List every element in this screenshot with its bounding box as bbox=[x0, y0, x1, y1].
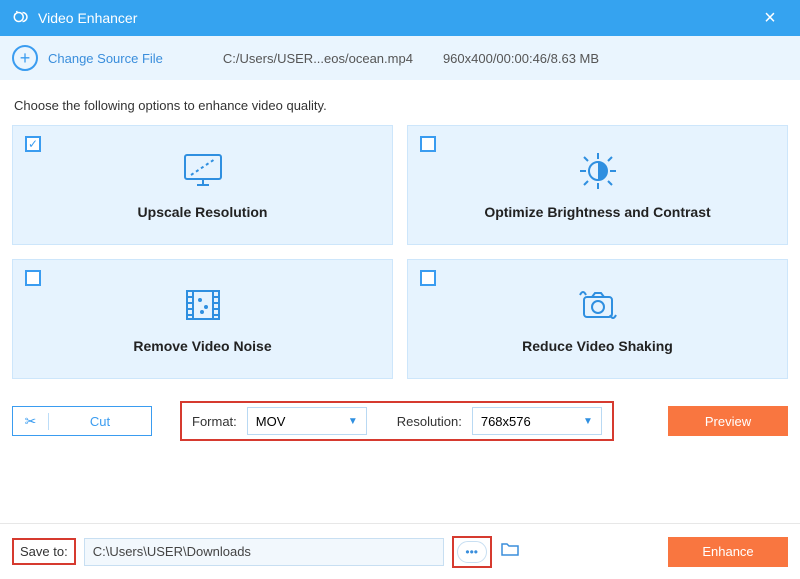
change-source-button[interactable]: + Change Source File bbox=[12, 45, 163, 71]
browse-highlight: ••• bbox=[452, 536, 492, 568]
plus-icon: + bbox=[12, 45, 38, 71]
preview-label: Preview bbox=[705, 414, 751, 429]
instruction-text: Choose the following options to enhance … bbox=[0, 80, 800, 125]
chevron-down-icon: ▼ bbox=[583, 416, 593, 427]
enhance-label: Enhance bbox=[702, 544, 753, 559]
titlebar: Video Enhancer × bbox=[0, 0, 800, 36]
app-title: Video Enhancer bbox=[38, 10, 137, 26]
card-label: Reduce Video Shaking bbox=[522, 338, 673, 354]
cut-label: Cut bbox=[49, 414, 151, 429]
close-icon[interactable]: × bbox=[752, 7, 788, 30]
checkbox-shaking[interactable] bbox=[420, 270, 436, 286]
change-source-label: Change Source File bbox=[48, 51, 163, 66]
scissors-icon: ✂ bbox=[13, 413, 49, 430]
card-label: Optimize Brightness and Contrast bbox=[484, 204, 710, 220]
card-label: Remove Video Noise bbox=[133, 338, 271, 354]
format-label: Format: bbox=[192, 414, 237, 429]
resolution-label: Resolution: bbox=[397, 414, 462, 429]
enhance-button[interactable]: Enhance bbox=[668, 537, 788, 567]
checkbox-upscale[interactable]: ✓ bbox=[25, 136, 41, 152]
source-bar: + Change Source File C:/Users/USER...eos… bbox=[0, 36, 800, 80]
save-to-label: Save to: bbox=[12, 538, 76, 565]
option-cards: ✓ Upscale Resolution Optimize Brightness… bbox=[0, 125, 800, 379]
controls-row: ✂ Cut Format: MOV ▼ Resolution: 768x576 … bbox=[0, 379, 800, 441]
card-reduce-shaking[interactable]: Reduce Video Shaking bbox=[407, 259, 788, 379]
app-icon bbox=[12, 8, 30, 29]
card-label: Upscale Resolution bbox=[138, 204, 268, 220]
checkbox-brightness[interactable] bbox=[420, 136, 436, 152]
source-meta: 960x400/00:00:46/8.63 MB bbox=[443, 51, 599, 66]
monitor-icon bbox=[179, 151, 227, 194]
brightness-icon bbox=[574, 151, 622, 194]
save-path-value: C:\Users\USER\Downloads bbox=[93, 544, 251, 559]
checkbox-noise[interactable] bbox=[25, 270, 41, 286]
format-value: MOV bbox=[256, 414, 286, 429]
card-optimize-brightness[interactable]: Optimize Brightness and Contrast bbox=[407, 125, 788, 245]
cut-button[interactable]: ✂ Cut bbox=[12, 406, 152, 436]
filmstrip-icon bbox=[179, 285, 227, 328]
camera-shake-icon bbox=[574, 285, 622, 328]
chevron-down-icon: ▼ bbox=[348, 416, 358, 427]
format-resolution-group: Format: MOV ▼ Resolution: 768x576 ▼ bbox=[180, 401, 614, 441]
format-select[interactable]: MOV ▼ bbox=[247, 407, 367, 435]
footer-bar: Save to: C:\Users\USER\Downloads ••• Enh… bbox=[0, 523, 800, 579]
preview-button[interactable]: Preview bbox=[668, 406, 788, 436]
save-path-input[interactable]: C:\Users\USER\Downloads bbox=[84, 538, 444, 566]
resolution-value: 768x576 bbox=[481, 414, 531, 429]
source-path: C:/Users/USER...eos/ocean.mp4 bbox=[223, 51, 413, 66]
card-remove-noise[interactable]: Remove Video Noise bbox=[12, 259, 393, 379]
card-upscale-resolution[interactable]: ✓ Upscale Resolution bbox=[12, 125, 393, 245]
resolution-select[interactable]: 768x576 ▼ bbox=[472, 407, 602, 435]
browse-button[interactable]: ••• bbox=[457, 541, 487, 563]
open-folder-icon[interactable] bbox=[500, 541, 520, 562]
